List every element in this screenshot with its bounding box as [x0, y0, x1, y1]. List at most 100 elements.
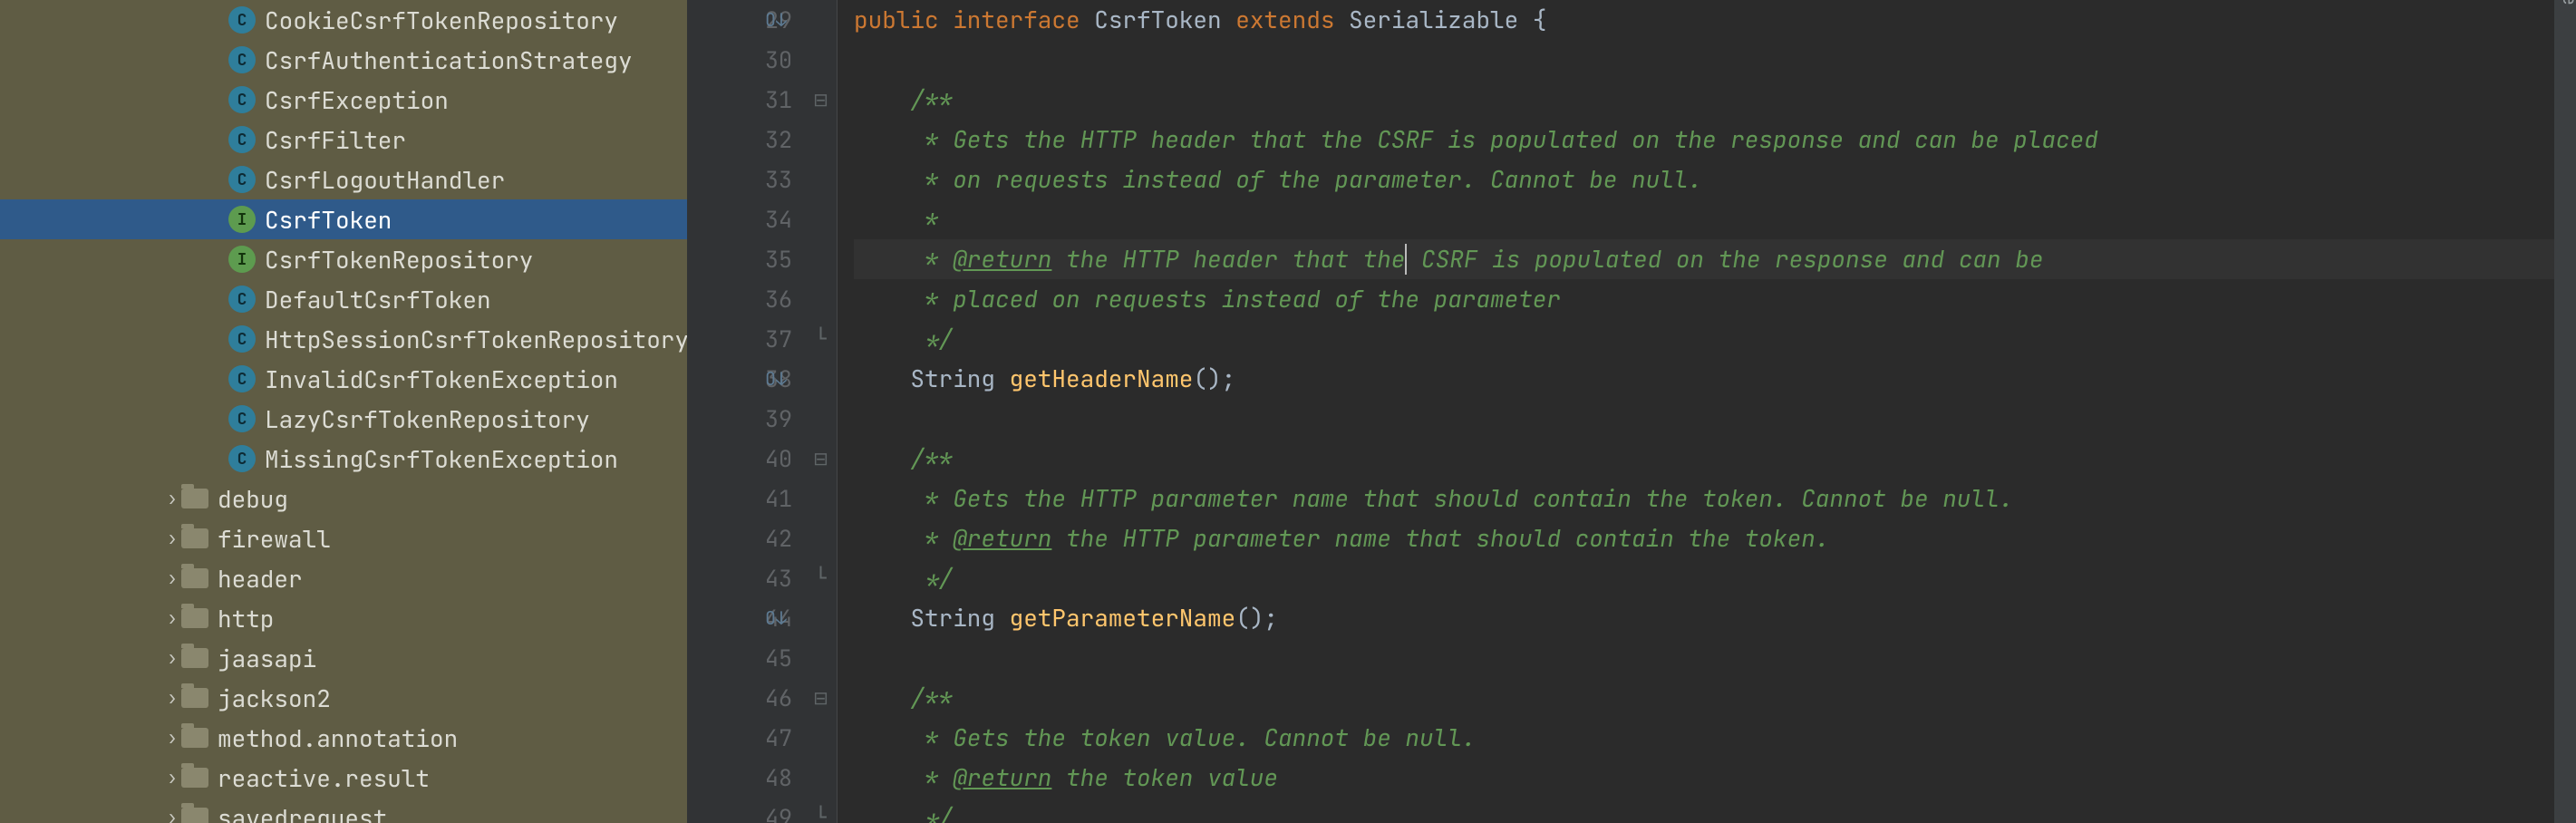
fold-column[interactable]: ⊟ └ ⊟ └ ⊟ └	[805, 0, 838, 823]
code-line[interactable]: String getHeaderName();	[854, 359, 2576, 399]
gutter-line[interactable]: 30	[687, 40, 805, 80]
chevron-right-icon[interactable]: ›	[163, 686, 181, 710]
code-line[interactable]: * @return the HTTP header that the CSRF …	[854, 239, 2576, 279]
code-line[interactable]: /**	[854, 80, 2576, 120]
tree-item-CsrfLogoutHandler[interactable]: CCsrfLogoutHandler	[0, 160, 687, 199]
interface-icon: I	[228, 206, 256, 233]
tree-folder-savedrequest[interactable]: ›savedrequest	[0, 798, 687, 823]
gutter-line[interactable]: 29O↓	[687, 0, 805, 40]
gutter-line[interactable]: 49	[687, 798, 805, 823]
code-line[interactable]: * on requests instead of the parameter. …	[854, 160, 2576, 199]
fold-cell[interactable]: ⊟	[805, 678, 837, 718]
code-token: * Gets the HTTP header that the CSRF is …	[854, 123, 2098, 155]
project-tree-sidebar[interactable]: CCookieCsrfTokenRepositoryCCsrfAuthentic…	[0, 0, 687, 823]
tree-item-InvalidCsrfTokenException[interactable]: CInvalidCsrfTokenException	[0, 359, 687, 399]
code-line[interactable]: *	[854, 199, 2576, 239]
tree-item-LazyCsrfTokenRepository[interactable]: CLazyCsrfTokenRepository	[0, 399, 687, 439]
gutter-line[interactable]: 36	[687, 279, 805, 319]
code-token: @return	[953, 243, 1051, 275]
code-line[interactable]: * Gets the HTTP header that the CSRF is …	[854, 120, 2576, 160]
chevron-right-icon[interactable]: ›	[163, 766, 181, 789]
gutter-line[interactable]: 47	[687, 718, 805, 758]
ide-root: CCookieCsrfTokenRepositoryCCsrfAuthentic…	[0, 0, 2576, 823]
tree-item-DefaultCsrfToken[interactable]: CDefaultCsrfToken	[0, 279, 687, 319]
gutter-line[interactable]: 44O↓	[687, 598, 805, 638]
gutter-line[interactable]: 39	[687, 399, 805, 439]
tree-folder-reactive-result[interactable]: ›reactive.result	[0, 758, 687, 798]
chevron-right-icon[interactable]: ›	[163, 527, 181, 550]
tree-folder-method-annotation[interactable]: ›method.annotation	[0, 718, 687, 758]
tree-item-label: jackson2	[218, 683, 331, 714]
code-token: */	[854, 801, 953, 823]
gutter-line[interactable]: 32	[687, 120, 805, 160]
gutter-line[interactable]: 34	[687, 199, 805, 239]
code-line[interactable]: */	[854, 558, 2576, 598]
gutter-line[interactable]: 42	[687, 518, 805, 558]
gutter-line[interactable]: 45	[687, 638, 805, 678]
tree-folder-header[interactable]: ›header	[0, 558, 687, 598]
gutter-line[interactable]: 37	[687, 319, 805, 359]
code-line[interactable]	[854, 399, 2576, 439]
chevron-right-icon[interactable]: ›	[163, 806, 181, 823]
gutter-line[interactable]: 43	[687, 558, 805, 598]
chevron-right-icon[interactable]: ›	[163, 566, 181, 590]
fold-cell	[805, 239, 837, 279]
chevron-right-icon[interactable]: ›	[163, 606, 181, 630]
fold-cell[interactable]: └	[805, 319, 837, 359]
code-line[interactable]	[854, 638, 2576, 678]
code-line[interactable]: /**	[854, 439, 2576, 479]
code-editor[interactable]: 29O↓303132333435363738O↓394041424344O↓45…	[687, 0, 2576, 823]
code-area[interactable]: public interface CsrfToken extends Seria…	[838, 0, 2576, 823]
fold-cell[interactable]: └	[805, 798, 837, 823]
tree-folder-debug[interactable]: ›debug	[0, 479, 687, 518]
tree-item-MissingCsrfTokenException[interactable]: CMissingCsrfTokenException	[0, 439, 687, 479]
gutter-line[interactable]: 35	[687, 239, 805, 279]
code-line[interactable]: * @return the HTTP parameter name that s…	[854, 518, 2576, 558]
code-line[interactable]: String getParameterName();	[854, 598, 2576, 638]
gutter-line[interactable]: 40	[687, 439, 805, 479]
code-token: getHeaderName	[1010, 363, 1194, 394]
gutter-line[interactable]: 38O↓	[687, 359, 805, 399]
right-tool-ribbon[interactable]: ase	[2554, 0, 2576, 823]
fold-cell[interactable]: └	[805, 558, 837, 598]
tree-item-CsrfFilter[interactable]: CCsrfFilter	[0, 120, 687, 160]
folder-icon	[181, 648, 208, 668]
tree-item-HttpSessionCsrfTokenRepository[interactable]: CHttpSessionCsrfTokenRepository	[0, 319, 687, 359]
tree-item-label: LazyCsrfTokenRepository	[265, 403, 590, 435]
line-gutter[interactable]: 29O↓303132333435363738O↓394041424344O↓45…	[687, 0, 805, 823]
chevron-right-icon[interactable]: ›	[163, 726, 181, 750]
code-line[interactable]: * Gets the token value. Cannot be null.	[854, 718, 2576, 758]
override-marker-icon[interactable]: O↓	[765, 359, 787, 399]
tree-item-CookieCsrfTokenRepository[interactable]: CCookieCsrfTokenRepository	[0, 0, 687, 40]
code-line[interactable]: * placed on requests instead of the para…	[854, 279, 2576, 319]
code-line[interactable]: /**	[854, 678, 2576, 718]
gutter-line[interactable]: 46	[687, 678, 805, 718]
code-line[interactable]: * @return the token value	[854, 758, 2576, 798]
fold-cell[interactable]: ⊟	[805, 80, 837, 120]
tree-item-CsrfTokenRepository[interactable]: ICsrfTokenRepository	[0, 239, 687, 279]
override-marker-icon[interactable]: O↓	[765, 598, 787, 638]
code-token: extends	[1235, 4, 1349, 35]
right-tool-label[interactable]: ase	[2558, 0, 2576, 5]
gutter-line[interactable]: 41	[687, 479, 805, 518]
tree-folder-jaasapi[interactable]: ›jaasapi	[0, 638, 687, 678]
tree-item-CsrfAuthenticationStrategy[interactable]: CCsrfAuthenticationStrategy	[0, 40, 687, 80]
chevron-right-icon[interactable]: ›	[163, 646, 181, 670]
gutter-line[interactable]: 33	[687, 160, 805, 199]
code-line[interactable]	[854, 40, 2576, 80]
code-line[interactable]: */	[854, 798, 2576, 823]
code-line[interactable]: * Gets the HTTP parameter name that shou…	[854, 479, 2576, 518]
tree-item-label: CsrfLogoutHandler	[265, 164, 505, 196]
tree-folder-jackson2[interactable]: › jackson2	[0, 678, 687, 718]
tree-item-CsrfToken[interactable]: ICsrfToken	[0, 199, 687, 239]
gutter-line[interactable]: 48	[687, 758, 805, 798]
override-marker-icon[interactable]: O↓	[765, 0, 787, 40]
code-line[interactable]: public interface CsrfToken extends Seria…	[854, 0, 2576, 40]
gutter-line[interactable]: 31	[687, 80, 805, 120]
fold-cell[interactable]: ⊟	[805, 439, 837, 479]
code-line[interactable]: */	[854, 319, 2576, 359]
chevron-right-icon[interactable]: ›	[163, 487, 181, 510]
tree-folder-firewall[interactable]: ›firewall	[0, 518, 687, 558]
tree-item-CsrfException[interactable]: CCsrfException	[0, 80, 687, 120]
tree-folder-http[interactable]: ›http	[0, 598, 687, 638]
